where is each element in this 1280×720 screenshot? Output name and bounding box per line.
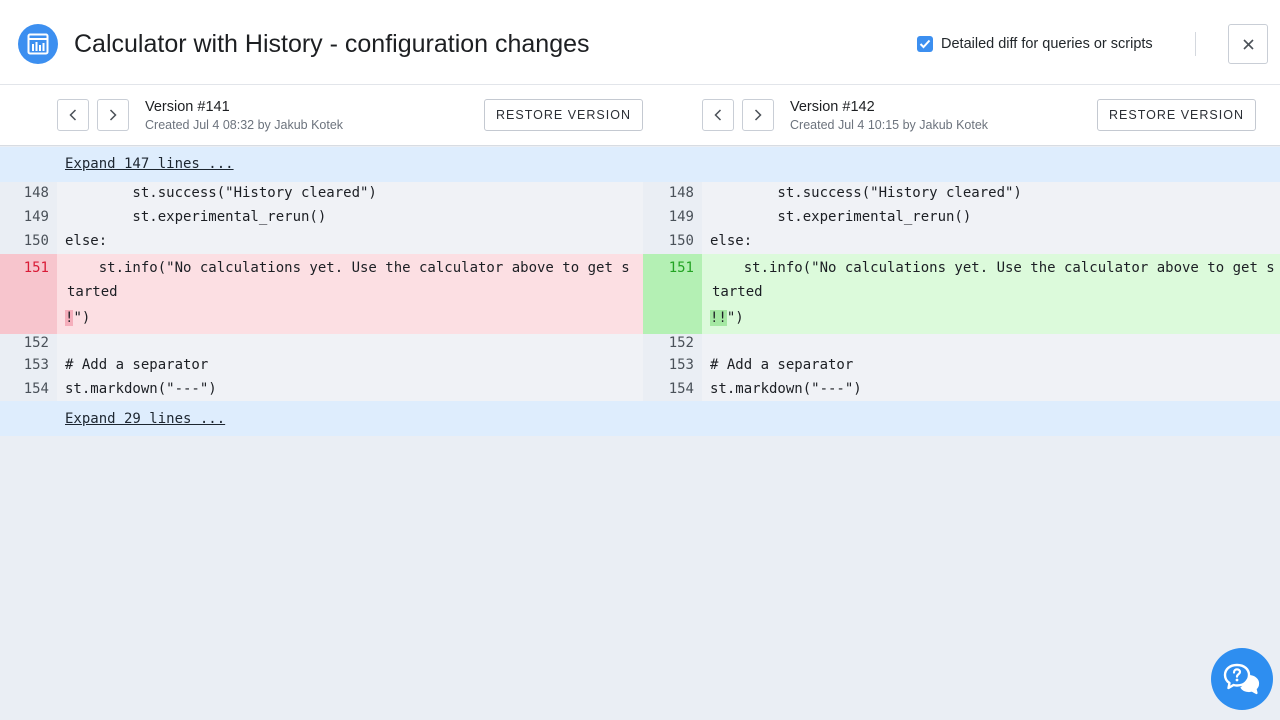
diff-row: 152 xyxy=(643,334,1280,354)
code-line: else: xyxy=(710,233,753,249)
chevron-left-icon xyxy=(714,109,722,121)
diff-row: 148 st.success("History cleared") xyxy=(643,182,1280,206)
left-restore-version-button[interactable]: RESTORE VERSION xyxy=(484,99,643,131)
code-line: st.info("No calculations yet. Use the ca… xyxy=(65,260,630,276)
left-version-subtitle: Created Jul 4 08:32 by Jakub Kotek xyxy=(145,118,344,132)
help-chat-button[interactable] xyxy=(1211,648,1273,710)
expand-bottom-bar: Expand 29 lines ... xyxy=(0,401,1280,436)
code-line: else: xyxy=(65,233,108,249)
chart-icon xyxy=(18,24,58,64)
line-number: 153 xyxy=(668,357,694,373)
chat-help-icon xyxy=(1223,663,1260,695)
page-title: Calculator with History - configuration … xyxy=(74,30,590,58)
chevron-right-icon xyxy=(109,109,117,121)
detailed-diff-label[interactable]: Detailed diff for queries or scripts xyxy=(941,35,1153,53)
right-next-version-button[interactable] xyxy=(742,99,774,131)
right-previous-version-button[interactable] xyxy=(702,99,734,131)
line-number: 151 xyxy=(668,260,694,276)
line-number: 154 xyxy=(668,381,694,397)
check-icon xyxy=(919,39,931,49)
dialog-header: Calculator with History - configuration … xyxy=(0,0,1280,85)
code-line-wrapped: !!") xyxy=(710,310,744,326)
line-number: 154 xyxy=(23,381,49,397)
left-previous-version-button[interactable] xyxy=(57,99,89,131)
left-version-title: Version #141 xyxy=(145,99,230,115)
code-line: st.experimental_rerun() xyxy=(65,209,327,225)
diff-row: 150 else: xyxy=(0,230,643,254)
diff-row: 150 else: xyxy=(643,230,1280,254)
version-bar: Version #141 Created Jul 4 08:32 by Jaku… xyxy=(0,85,1280,146)
right-diff-pane: 148 st.success("History cleared") 149 st… xyxy=(643,182,1280,401)
added-text: !! xyxy=(710,310,727,326)
chevron-right-icon xyxy=(754,109,762,121)
line-number: 151 xyxy=(23,260,49,276)
diff-row: 154 st.markdown("---") xyxy=(0,378,643,401)
diff-row: 149 st.experimental_rerun() xyxy=(0,206,643,230)
diff-row: 148 st.success("History cleared") xyxy=(0,182,643,206)
diff-row: 154 st.markdown("---") xyxy=(643,378,1280,401)
unchanged-text: ") xyxy=(73,310,91,326)
code-line-wrapped: !") xyxy=(65,310,90,326)
deleted-row: 151 st.info("No calculations yet. Use th… xyxy=(0,254,643,334)
line-number: 148 xyxy=(668,185,694,201)
expand-bottom-link[interactable]: Expand 29 lines ... xyxy=(65,411,225,427)
code-line-wrapped: tarted xyxy=(712,284,763,300)
code-line-wrapped: tarted xyxy=(67,284,118,300)
diff-row: 153 # Add a separator xyxy=(0,354,643,378)
code-line: st.experimental_rerun() xyxy=(710,209,972,225)
right-version-subtitle: Created Jul 4 10:15 by Jakub Kotek xyxy=(790,118,989,132)
line-number: 149 xyxy=(23,209,49,225)
divider xyxy=(1195,32,1196,56)
expand-top-bar: Expand 147 lines ... xyxy=(0,147,1280,182)
line-number: 152 xyxy=(23,335,49,351)
line-number: 149 xyxy=(668,209,694,225)
chevron-left-icon xyxy=(69,109,77,121)
left-diff-pane: 148 st.success("History cleared") 149 st… xyxy=(0,182,643,401)
code-line: st.info("No calculations yet. Use the ca… xyxy=(710,260,1275,276)
right-version-title: Version #142 xyxy=(790,99,875,115)
line-number: 152 xyxy=(668,335,694,351)
code-line: st.markdown("---") xyxy=(710,381,862,397)
diff-row: 152 xyxy=(0,334,643,354)
code-line: st.success("History cleared") xyxy=(65,185,377,201)
unchanged-text: ") xyxy=(726,310,744,326)
close-button[interactable] xyxy=(1228,24,1268,64)
added-row: 151 st.info("No calculations yet. Use th… xyxy=(643,254,1280,334)
diff-row: 149 st.experimental_rerun() xyxy=(643,206,1280,230)
left-next-version-button[interactable] xyxy=(97,99,129,131)
code-line: # Add a separator xyxy=(710,357,854,373)
code-line: st.markdown("---") xyxy=(65,381,217,397)
line-number: 148 xyxy=(23,185,49,201)
code-line: st.success("History cleared") xyxy=(710,185,1022,201)
right-restore-version-button[interactable]: RESTORE VERSION xyxy=(1097,99,1256,131)
line-number: 153 xyxy=(23,357,49,373)
code-line: # Add a separator xyxy=(65,357,209,373)
line-number: 150 xyxy=(668,233,694,249)
detailed-diff-checkbox[interactable] xyxy=(917,36,933,52)
close-icon xyxy=(1242,38,1254,50)
diff-row: 153 # Add a separator xyxy=(643,354,1280,378)
line-number: 150 xyxy=(23,233,49,249)
expand-top-link[interactable]: Expand 147 lines ... xyxy=(65,156,234,172)
